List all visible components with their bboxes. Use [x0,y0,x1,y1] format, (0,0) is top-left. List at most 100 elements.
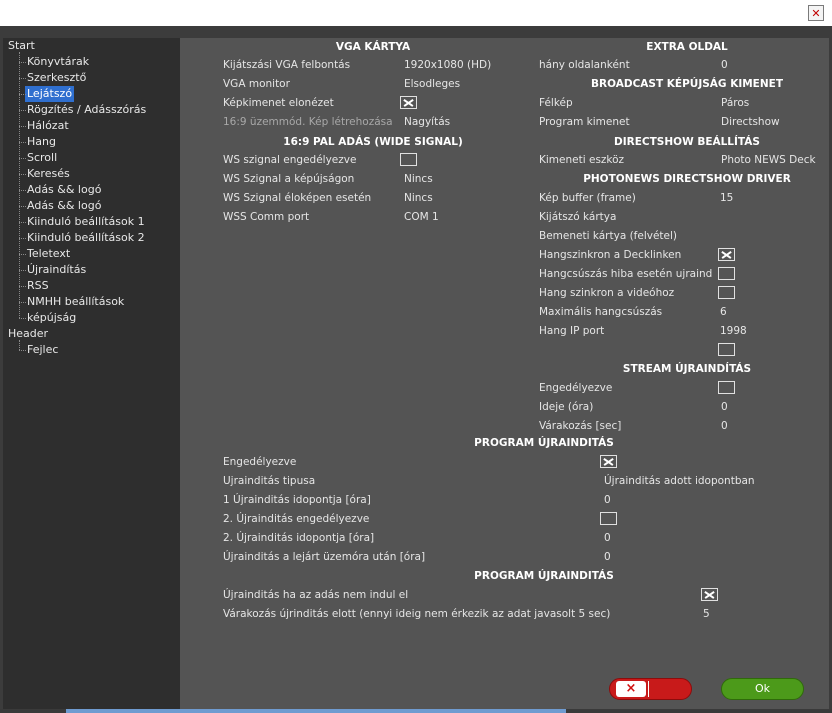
tree-item[interactable]: Szerkesztő [27,70,86,86]
stream-section-header: STREAM ÚJRAINDÍTÁS [622,363,752,375]
program2-section-header: PROGRAM ÚJRAINDITÁS [474,570,614,582]
photonews-row-label: Hang szinkron a videóhoz [539,287,675,299]
broadcast-row-value[interactable]: Directshow [721,114,780,130]
stream-row-value[interactable]: 0 [721,418,728,434]
taskbar-highlight [66,709,566,713]
photonews-checkbox[interactable] [718,248,735,261]
program1-row-label: 1 Újrainditás idopontja [óra] [223,494,371,506]
pal-row-label: WS Szignal a képújságon [223,173,355,185]
photonews-row-label: Kijátszó kártya [539,211,617,223]
extra-section-header: EXTRA OLDAL [646,41,728,53]
broadcast-row-value[interactable]: Páros [721,95,749,111]
tree-item[interactable]: Keresés [27,166,70,182]
cancel-separator [648,681,649,697]
program1-row-label: 2. Újrainditás idopontja [óra] [223,532,375,544]
vga-row-label: Képkimenet elonézet [223,97,334,109]
program1-checkbox[interactable] [600,455,617,468]
broadcast-section-header: BROADCAST KÉPÚJSÁG KIMENET [591,78,783,90]
tree-item[interactable]: Rögzítés / Adásszórás [27,102,146,118]
pal-row-label: WSS Comm port [223,211,310,223]
photonews-row-label: Maximális hangcsúszás [539,306,663,318]
photonews-checkbox[interactable] [718,267,735,280]
tree-connector [19,158,26,159]
tree-connector [19,350,26,351]
extra-row-label: hány oldalanként [539,59,630,71]
stream-row-label: Ideje (óra) [539,401,594,413]
program2-checkbox[interactable] [701,588,718,601]
photonews-row-label: Kép buffer (frame) [539,192,636,204]
photonews-row-label: Bemeneti kártya (felvétel) [539,230,678,242]
tree-connector [19,52,20,318]
program1-row-value[interactable]: Újrainditás adott idopontban [604,473,755,489]
photonews-checkbox[interactable] [718,286,735,299]
program1-row-label: Engedélyezve [223,456,297,468]
tree-item[interactable]: Kiinduló beállítások 2 [27,230,145,246]
program1-row-label: Ujrainditás tipusa [223,475,316,487]
stream-row-value[interactable]: 0 [721,399,728,415]
photonews-section-header: PHOTONEWS DIRECTSHOW DRIVER [583,173,791,185]
tree-connector [19,62,26,63]
vga-row-value[interactable]: Elsodleges [404,76,460,92]
photonews-checkbox[interactable] [718,343,735,356]
cancel-icon: × [616,681,646,697]
directshow-row-value[interactable]: Photo NEWS Deck [721,152,816,168]
photonews-row-value[interactable]: 1998 [720,323,747,339]
vga-checkbox[interactable] [400,96,417,109]
ok-button[interactable]: Ok [721,678,804,700]
tree-item[interactable]: Újraindítás [27,262,86,278]
program1-row-value[interactable]: 0 [604,549,611,565]
tree-item[interactable]: Hálózat [27,118,69,134]
directshow-section-header: DIRECTSHOW BEÁLLÍTÁS [614,136,760,148]
tree-connector [19,206,26,207]
tree-item[interactable]: Kiinduló beállítások 1 [27,214,145,230]
program2-row-label: Várakozás újrinditás elott (ennyi ideig … [223,608,611,620]
vga-row-label: VGA monitor [223,78,290,90]
title-bar: ✕ [0,0,832,26]
pal-row-label: WS Szignal éloképen esetén [223,192,372,204]
stream-checkbox[interactable] [718,381,735,394]
pal-row-value[interactable]: Nincs [404,171,433,187]
photonews-row-label: Hangszinkron a Decklinken [539,249,682,261]
extra-row-value[interactable]: 0 [721,57,728,73]
program2-row-label: Újrainditás ha az adás nem indul el [223,589,409,601]
tree-item[interactable]: Adás && logó [27,182,101,198]
program1-checkbox[interactable] [600,512,617,525]
program1-row-value[interactable]: 0 [604,530,611,546]
tree-connector [19,254,26,255]
tree-item[interactable]: Fejlec [27,342,58,358]
program1-row-label: 2. Újrainditás engedélyezve [223,513,370,525]
tree-root-header[interactable]: Header [8,326,48,342]
tree-item[interactable]: Könyvtárak [27,54,89,70]
vga-row-value[interactable]: 1920x1080 (HD) [404,57,491,73]
pal-checkbox[interactable] [400,153,417,166]
broadcast-row-label: Program kimenet [539,116,630,128]
pal-section-header: 16:9 PAL ADÁS (WIDE SIGNAL) [283,136,463,148]
broadcast-row-label: Félkép [539,97,573,109]
pal-row-label: WS szignal engedélyezve [223,154,357,166]
bottom-strip [0,709,832,713]
program1-row-value[interactable]: 0 [604,492,611,508]
tree-root-start[interactable]: Start [8,38,35,54]
tree-item[interactable]: Lejátszó [25,86,75,102]
vga-row-label: 16:9 üzemmód. Kép létrehozása [223,116,393,128]
program2-row-value[interactable]: 5 [703,606,710,622]
photonews-row-value[interactable]: 6 [720,304,727,320]
tree-connector [19,110,26,111]
tree-connector [19,78,26,79]
tree-item[interactable]: Teletext [27,246,70,262]
vga-row-value[interactable]: Nagyítás [404,114,450,130]
pal-row-value[interactable]: COM 1 [404,209,439,225]
cancel-button[interactable]: × [609,678,692,700]
program1-section-header: PROGRAM ÚJRAINDITÁS [474,437,614,449]
tree-item[interactable]: Scroll [27,150,57,166]
tree-item[interactable]: RSS [27,278,49,294]
tree-item[interactable]: Adás && logó [27,198,101,214]
tree-item[interactable]: NMHH beállítások [27,294,124,310]
photonews-row-value[interactable]: 15 [720,190,733,206]
tree-connector [19,94,26,95]
tree-item[interactable]: képújság [27,310,76,326]
pal-row-value[interactable]: Nincs [404,190,433,206]
close-icon[interactable]: ✕ [808,5,824,21]
tree-item[interactable]: Hang [27,134,56,150]
tree-connector [19,142,26,143]
